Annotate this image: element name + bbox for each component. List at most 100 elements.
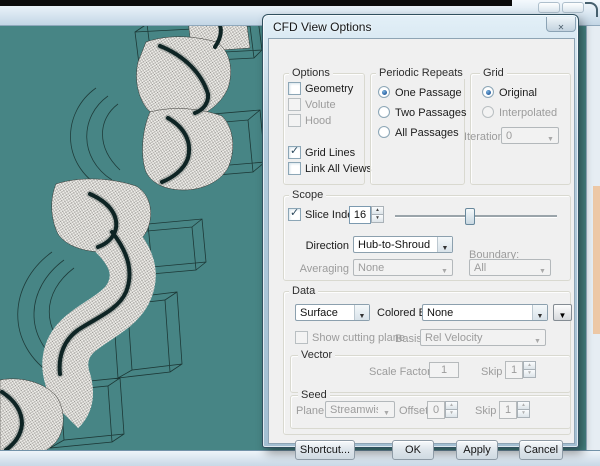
- spin-down-button: ▼: [523, 369, 536, 378]
- arrow-up-icon: ▲: [447, 403, 456, 409]
- radio-circle: [378, 86, 390, 98]
- seed-skip-label: Skip: [475, 405, 496, 417]
- scope-group-label: Scope: [289, 189, 326, 201]
- radio-label: Original: [499, 87, 537, 99]
- ok-button[interactable]: OK: [392, 440, 434, 460]
- combo-arrow-zone: ▼: [543, 128, 558, 143]
- slice-index-value[interactable]: 16: [349, 206, 371, 224]
- checkbox-label: Hood: [305, 115, 331, 127]
- arrow-up-icon: ▲: [519, 403, 528, 409]
- radio-label: Interpolated: [499, 107, 557, 119]
- spin-down-button[interactable]: ▼: [371, 214, 384, 223]
- dialog-title: CFD View Options: [273, 20, 371, 34]
- combo-arrow-zone[interactable]: ▼: [354, 305, 369, 320]
- checkbox-label: Show cutting plane: [312, 332, 405, 344]
- averaging-select: None ▼: [353, 259, 453, 276]
- scale-factor-label: Scale Factor: [369, 366, 425, 378]
- chevron-down-icon: ▼: [537, 313, 544, 320]
- checkbox-box: [288, 162, 301, 175]
- app-minimize-button[interactable]: [538, 2, 560, 13]
- slider-thumb[interactable]: [465, 208, 475, 225]
- spin-down-button: ▼: [517, 409, 530, 418]
- checkbox-label: Grid Lines: [305, 147, 355, 159]
- plane-label: Plane: [296, 405, 324, 417]
- scale-factor-field: 1: [429, 362, 459, 378]
- direction-value: Hub-to-Shroud: [358, 239, 436, 251]
- arrow-up-icon: ▲: [373, 208, 382, 214]
- chevron-down-icon: ▼: [442, 245, 449, 252]
- colored-by-value: None: [427, 307, 531, 319]
- side-panel-content: [593, 186, 600, 334]
- vector-skip-value: 1: [505, 361, 523, 379]
- spin-down-button: ▼: [445, 409, 458, 418]
- checkbox-label: Geometry: [305, 83, 353, 95]
- spinner-buttons[interactable]: ▲ ▼: [371, 206, 384, 224]
- spinner-buttons: ▲ ▼: [523, 361, 536, 379]
- combo-arrow-zone[interactable]: ▼: [437, 237, 452, 252]
- vector-group-label: Vector: [298, 349, 335, 361]
- surface-select[interactable]: Surface ▼: [295, 304, 370, 321]
- vector-skip-spinner: 1 ▲ ▼: [505, 361, 536, 379]
- colored-by-select[interactable]: None ▼: [422, 304, 548, 321]
- radio-label: All Passages: [395, 127, 459, 139]
- radio-circle: [482, 86, 494, 98]
- boundary-select: All ▼: [469, 259, 551, 276]
- dialog-client-area: Options Geometry Volute Hood ✓ Grid Line…: [268, 38, 575, 444]
- app-maximize-button[interactable]: [562, 2, 584, 13]
- chevron-down-icon: ▼: [547, 136, 554, 143]
- basis-select: Rel Velocity ▼: [420, 329, 546, 346]
- checkbox-box: ✓: [288, 146, 301, 159]
- checkbox-label: Link All Views: [305, 163, 372, 175]
- chevron-down-icon: ▼: [539, 268, 546, 275]
- checkbox-box: [288, 98, 301, 111]
- seed-skip-spinner: 1 ▲ ▼: [499, 401, 530, 419]
- arrow-down-icon: ▼: [447, 411, 456, 417]
- spinner-buttons: ▲ ▼: [445, 401, 458, 419]
- cancel-button[interactable]: Cancel: [519, 440, 563, 460]
- combo-arrow-zone: ▼: [379, 402, 394, 417]
- combo-arrow-zone: ▼: [535, 260, 550, 275]
- plane-value: Streamwise: [330, 404, 378, 416]
- arrow-up-icon: ▲: [525, 363, 534, 369]
- combo-arrow-zone: ▼: [437, 260, 452, 275]
- colored-by-expand-button[interactable]: ▼: [553, 304, 572, 321]
- slider-track[interactable]: [395, 215, 557, 217]
- direction-select[interactable]: Hub-to-Shroud ▼: [353, 236, 453, 253]
- boundary-value: All: [474, 262, 534, 274]
- combo-arrow-zone[interactable]: ▼: [532, 305, 547, 320]
- offset-value: 0: [427, 401, 445, 419]
- side-panel-edge: [586, 26, 600, 450]
- chevron-down-icon: ▼: [441, 268, 448, 275]
- radio-circle: [482, 106, 494, 118]
- plane-select: Streamwise ▼: [325, 401, 395, 418]
- seed-skip-value: 1: [499, 401, 517, 419]
- surface-value: Surface: [300, 307, 353, 319]
- checkbox-box: [288, 82, 301, 95]
- shortcut-button[interactable]: Shortcut...: [295, 440, 355, 460]
- arrow-down-icon: ▼: [525, 371, 534, 377]
- screen: CFD View Options ✕ Options Geometry Volu…: [0, 0, 600, 466]
- slice-index-spinner[interactable]: 16 ▲ ▼: [349, 206, 385, 224]
- vector-skip-label: Skip: [481, 366, 502, 378]
- app-window-top-edge: [0, 0, 512, 6]
- basis-label: Basis: [395, 333, 422, 345]
- periodic-repeats-group-label: Periodic Repeats: [376, 67, 466, 79]
- data-group-label: Data: [289, 285, 318, 297]
- grid-group-label: Grid: [480, 67, 507, 79]
- offset-spinner: 0 ▲ ▼: [427, 401, 458, 419]
- chevron-down-icon: ▼: [383, 410, 390, 417]
- iteration-select: 0 ▼: [501, 127, 559, 144]
- chevron-down-icon: ▼: [359, 313, 366, 320]
- direction-label: Direction: [299, 240, 349, 252]
- slice-index-slider[interactable]: [395, 208, 557, 225]
- arrow-down-icon: ▼: [519, 411, 528, 417]
- iteration-value: 0: [506, 130, 542, 142]
- combo-arrow-zone: ▼: [530, 330, 545, 345]
- close-button[interactable]: ✕: [546, 17, 576, 32]
- radio-label: Two Passages: [395, 107, 467, 119]
- apply-button[interactable]: Apply: [456, 440, 498, 460]
- checkbox-box: [288, 114, 301, 127]
- close-icon: ✕: [558, 23, 565, 32]
- offset-label: Offset: [399, 405, 428, 417]
- seed-group-label: Seed: [298, 389, 330, 401]
